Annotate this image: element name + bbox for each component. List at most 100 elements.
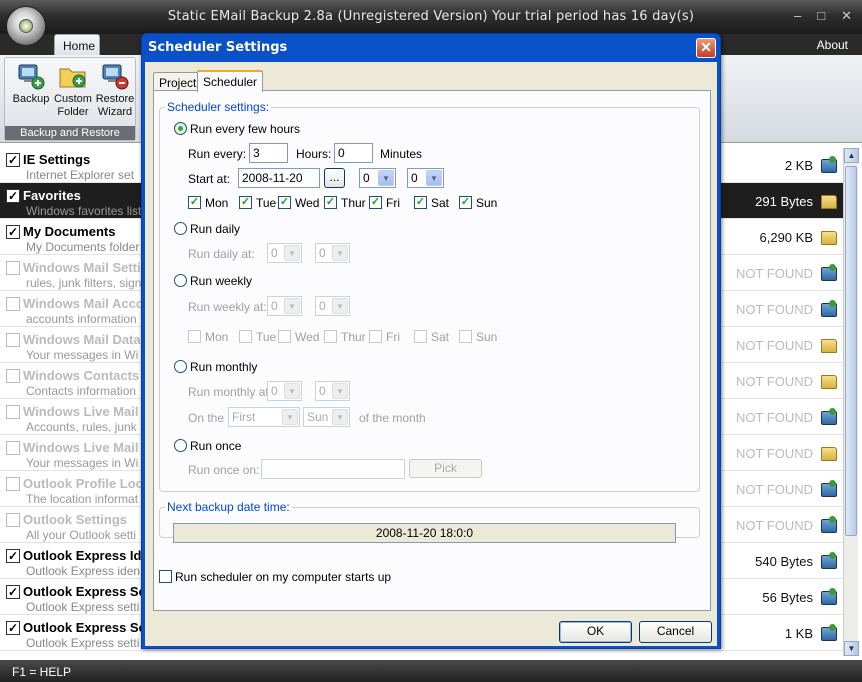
pc-icon[interactable] [821, 588, 837, 605]
daily-minute-select[interactable]: 0 ▼ [315, 243, 350, 263]
item-checkbox[interactable] [6, 477, 20, 491]
tab-about[interactable]: About [809, 34, 856, 55]
item-name: Outlook Express Ide [23, 548, 149, 563]
item-size: NOT FOUND [735, 410, 813, 425]
item-checkbox[interactable]: ✓ [6, 621, 20, 635]
tab-scheduler[interactable]: Scheduler [197, 70, 264, 92]
day-label: Sat [431, 196, 450, 210]
day-checkbox-mon[interactable]: ✓ [188, 196, 201, 209]
tab-project[interactable]: Project [153, 72, 203, 91]
folder-icon[interactable] [821, 231, 837, 245]
minimize-icon[interactable]: – [794, 8, 801, 24]
scroll-thumb[interactable] [845, 166, 857, 536]
item-checkbox[interactable] [6, 405, 20, 419]
backup-restore-group: Backup Custom Folder Restore Wizard Back… [4, 57, 136, 141]
maximize-icon[interactable]: □ [817, 8, 825, 24]
day-checkbox-wed[interactable]: ✓ [278, 196, 291, 209]
day-checkbox-mon[interactable] [188, 330, 201, 343]
radio-monthly[interactable] [174, 360, 187, 373]
monthly-hour-select[interactable]: 0 ▼ [267, 381, 302, 401]
radio-once[interactable] [174, 439, 187, 452]
radio-few-hours[interactable] [174, 122, 187, 135]
pick-button[interactable]: Pick [409, 459, 482, 478]
start-hour-select[interactable]: 0 ▼ [359, 168, 396, 188]
item-checkbox[interactable]: ✓ [6, 153, 20, 167]
start-minute-select[interactable]: 0 ▼ [407, 168, 444, 188]
item-checkbox[interactable] [6, 513, 20, 527]
dialog-close-button[interactable]: ✕ [696, 38, 716, 58]
radio-weekly[interactable] [174, 274, 187, 287]
weekly-minute-select[interactable]: 0 ▼ [315, 296, 350, 316]
hours-input[interactable]: 0 [334, 143, 373, 163]
ok-button[interactable]: OK [559, 621, 632, 643]
folder-icon[interactable] [821, 339, 837, 353]
pc-icon[interactable] [821, 156, 837, 173]
date-picker-button[interactable]: ... [324, 168, 345, 188]
day-checkbox-fri[interactable] [369, 330, 382, 343]
item-size: 1 KB [784, 626, 813, 641]
backup-button[interactable]: Backup [9, 61, 53, 106]
tab-home[interactable]: Home [54, 34, 100, 55]
monthly-minute-select[interactable]: 0 ▼ [315, 381, 350, 401]
pc-icon[interactable] [821, 300, 837, 317]
app-orb-button[interactable] [6, 6, 46, 46]
item-checkbox[interactable]: ✓ [6, 585, 20, 599]
day-checkbox-wed[interactable] [278, 330, 291, 343]
day-checkbox-thur[interactable]: ✓ [324, 196, 337, 209]
item-name: Favorites [23, 188, 81, 203]
pc-icon[interactable] [821, 264, 837, 281]
item-checkbox[interactable] [6, 297, 20, 311]
item-name: Windows Mail Setti [23, 260, 141, 275]
item-size: NOT FOUND [735, 374, 813, 389]
monthly-which-select[interactable]: First ▼ [228, 407, 300, 427]
day-checkbox-sat[interactable]: ✓ [414, 196, 427, 209]
item-name: Windows Mail Acco [23, 296, 144, 311]
once-date-input[interactable] [261, 459, 405, 479]
monthly-day-select[interactable]: Sun ▼ [303, 407, 350, 427]
item-checkbox[interactable]: ✓ [6, 549, 20, 563]
folder-icon[interactable] [821, 375, 837, 389]
item-checkbox[interactable]: ✓ [6, 189, 20, 203]
group-label: Backup and Restore [5, 126, 135, 140]
day-label: Wed [295, 330, 320, 344]
folder-icon[interactable] [821, 447, 837, 461]
pc-icon[interactable] [821, 552, 837, 569]
cancel-button[interactable]: Cancel [639, 621, 712, 643]
weekly-hour-select[interactable]: 0 ▼ [267, 296, 302, 316]
item-checkbox[interactable] [6, 333, 20, 347]
day-checkbox-tue[interactable] [239, 330, 252, 343]
pc-icon[interactable] [821, 408, 837, 425]
startup-label: Run scheduler on my computer starts up [175, 570, 392, 584]
pc-icon[interactable] [821, 480, 837, 497]
scroll-up-icon[interactable]: ▲ [844, 148, 859, 163]
scroll-down-icon[interactable]: ▼ [844, 641, 859, 656]
pc-icon[interactable] [821, 516, 837, 533]
item-checkbox[interactable] [6, 369, 20, 383]
daily-hour-select[interactable]: 0 ▼ [267, 243, 302, 263]
day-checkbox-sat[interactable] [414, 330, 427, 343]
run-every-input[interactable]: 3 [249, 143, 288, 163]
pc-icon[interactable] [821, 624, 837, 641]
item-checkbox[interactable]: ✓ [6, 225, 20, 239]
item-checkbox[interactable] [6, 261, 20, 275]
day-checkbox-tue[interactable]: ✓ [239, 196, 252, 209]
day-checkbox-fri[interactable]: ✓ [369, 196, 382, 209]
item-description: Your messages in Wi [26, 348, 139, 362]
startup-checkbox[interactable] [159, 570, 172, 583]
restore-wizard-button[interactable]: Restore Wizard [93, 61, 137, 119]
folder-icon[interactable] [821, 195, 837, 209]
custom-folder-button[interactable]: Custom Folder [53, 61, 93, 119]
day-checkbox-sun[interactable] [459, 330, 472, 343]
close-icon[interactable]: ✕ [841, 8, 852, 24]
vertical-scrollbar[interactable]: ▲ ▼ [843, 148, 859, 656]
backup-label: Backup [12, 93, 50, 105]
radio-daily[interactable] [174, 222, 187, 235]
start-date-input[interactable]: 2008-11-20 [238, 168, 320, 188]
weekly-label: Run weekly [190, 274, 253, 288]
item-checkbox[interactable] [6, 441, 20, 455]
item-description: Contacts information [26, 384, 137, 398]
day-checkbox-thur[interactable] [324, 330, 337, 343]
item-description: Outlook Express iden [26, 564, 141, 578]
day-checkbox-sun[interactable]: ✓ [459, 196, 472, 209]
next-backup-value: 2008-11-20 18:0:0 [173, 523, 676, 543]
